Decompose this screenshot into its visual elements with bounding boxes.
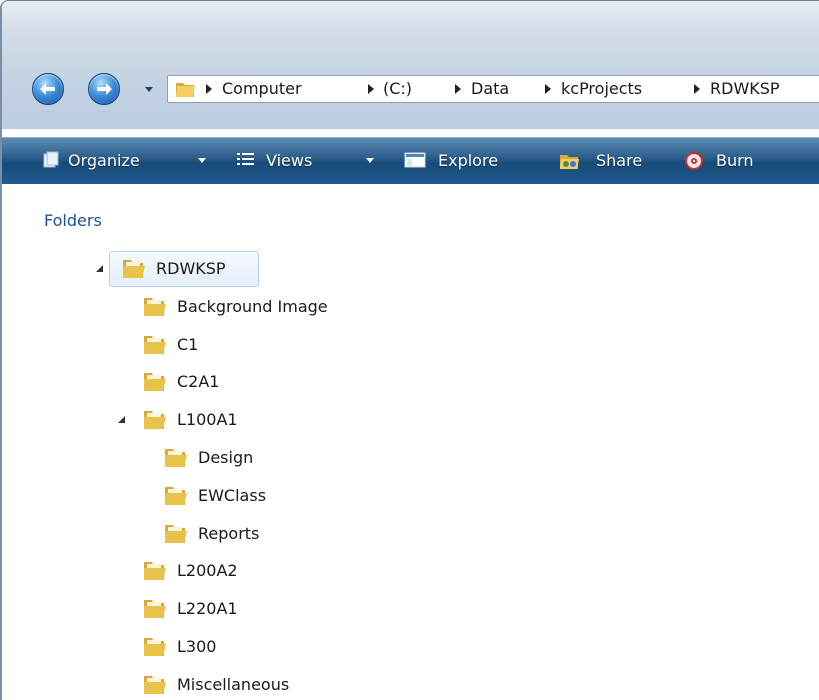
explore-button[interactable]: Explore: [404, 138, 530, 184]
tree-item-label: L220A1: [177, 599, 238, 618]
share-label: Share: [596, 151, 643, 170]
explorer-window: Computer (C:) Data kcProjects RDWKSP Org…: [0, 0, 819, 700]
folder-icon: [144, 373, 166, 391]
organize-icon: [43, 151, 59, 168]
tree-item-label: L200A2: [177, 561, 238, 580]
burn-disc-icon: [685, 152, 703, 170]
tree-item-label: Miscellaneous: [177, 675, 290, 694]
breadcrumb-kcprojects[interactable]: kcProjects: [561, 76, 642, 102]
breadcrumb-computer[interactable]: Computer: [222, 76, 302, 102]
tree-item-label: L100A1: [177, 410, 238, 429]
breadcrumb-data[interactable]: Data: [471, 76, 509, 102]
tree-item-label: Reports: [198, 524, 260, 543]
folder-icon: [144, 638, 166, 656]
organize-label: Organize: [68, 151, 140, 170]
explore-label: Explore: [438, 151, 499, 170]
share-icon: [560, 155, 579, 169]
organize-button[interactable]: Organize: [42, 138, 218, 184]
share-button[interactable]: Share: [558, 138, 658, 184]
burn-button[interactable]: Burn: [684, 138, 784, 184]
tree-item-label: L300: [177, 637, 217, 656]
recent-pages-dropdown-icon[interactable]: [144, 84, 154, 94]
folder-icon: [123, 260, 145, 278]
breadcrumb-separator-icon[interactable]: [368, 84, 374, 94]
breadcrumb-c-drive[interactable]: (C:): [383, 76, 412, 102]
folder-icon: [144, 336, 166, 354]
breadcrumb-separator-icon[interactable]: [545, 84, 551, 94]
tree-item-label: C1: [177, 335, 199, 354]
views-dropdown-icon: [366, 158, 374, 163]
address-bar[interactable]: Computer (C:) Data kcProjects RDWKSP: [167, 75, 819, 103]
folder-icon: [165, 487, 187, 505]
tree-item-label: Design: [198, 448, 254, 467]
folder-icon: [144, 562, 166, 580]
views-label: Views: [266, 151, 313, 170]
tree-item-label: EWClass: [198, 486, 267, 505]
folder-icon: [144, 676, 166, 694]
tree-item-label: RDWKSP: [156, 259, 226, 278]
views-button[interactable]: Views: [236, 138, 386, 184]
folder-icon: [144, 411, 166, 429]
command-toolbar: Organize Views Explore Share Burn: [2, 137, 819, 184]
navigation-bar: Computer (C:) Data kcProjects RDWKSP: [2, 67, 819, 129]
folder-icon: [144, 298, 166, 316]
title-bar: [2, 1, 819, 67]
back-arrow-icon: [40, 83, 55, 95]
explore-icon: [404, 152, 426, 168]
expand-collapse-icon[interactable]: [96, 265, 103, 272]
breadcrumb-separator-icon[interactable]: [694, 84, 700, 94]
folder-icon: [176, 83, 195, 97]
back-button[interactable]: [32, 73, 64, 105]
folder-icon: [165, 525, 187, 543]
folder-icon: [144, 600, 166, 618]
folders-header[interactable]: Folders: [44, 211, 102, 230]
organize-dropdown-icon: [198, 158, 206, 163]
forward-arrow-icon: [97, 83, 112, 95]
folder-icon: [165, 449, 187, 467]
tree-item-label: Background Image: [177, 297, 328, 316]
burn-label: Burn: [716, 151, 754, 170]
breadcrumb-rdwksp[interactable]: RDWKSP: [710, 76, 780, 102]
views-icon: [237, 153, 254, 165]
tree-item-label: C2A1: [177, 372, 220, 391]
forward-button[interactable]: [88, 73, 120, 105]
expand-collapse-icon[interactable]: [118, 416, 125, 423]
breadcrumb-separator-icon[interactable]: [455, 84, 461, 94]
breadcrumb-separator-icon[interactable]: [206, 84, 212, 94]
